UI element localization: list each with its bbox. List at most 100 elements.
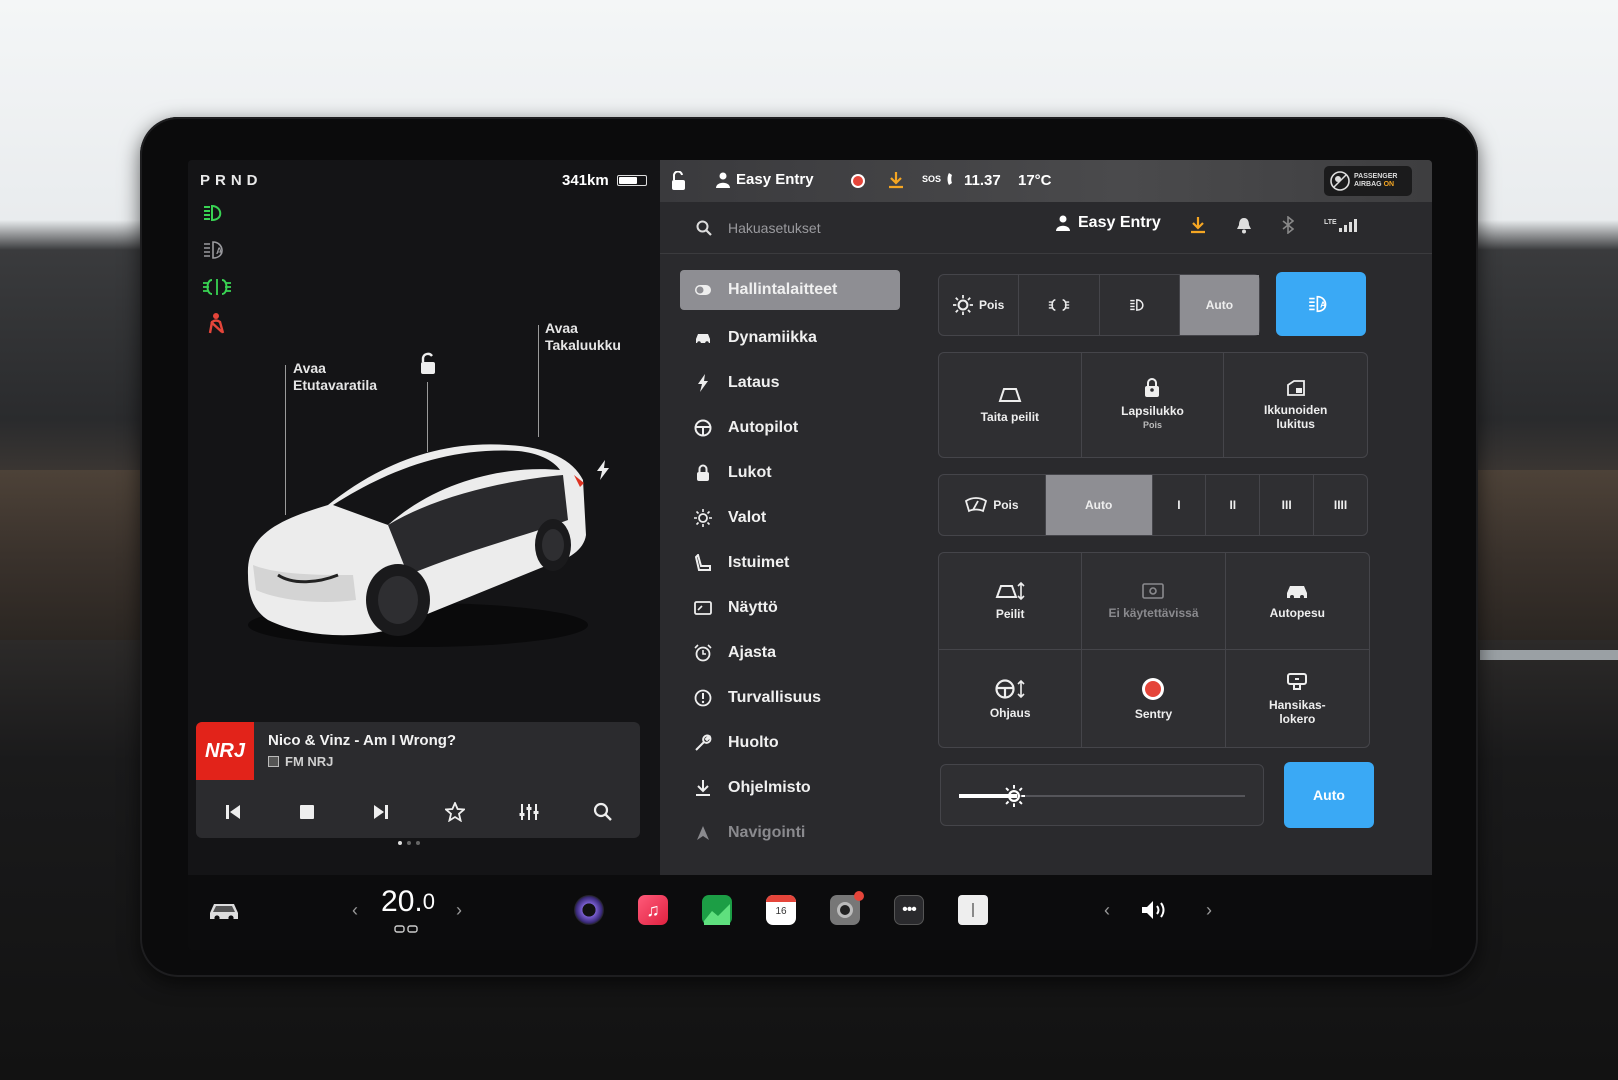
nav-label: Istuimet	[728, 553, 790, 571]
calendar-day: 16	[775, 906, 787, 917]
lights-off-button[interactable]: Pois	[939, 275, 1020, 335]
station-label: FM NRJ	[285, 754, 334, 769]
nav-item-locks[interactable]: Lukot	[680, 450, 900, 495]
nav-item-service[interactable]: Huolto	[680, 720, 900, 765]
nav-item-display[interactable]: Näyttö	[680, 585, 900, 630]
temp-decimal: 0	[422, 889, 435, 914]
sentry-status-icon[interactable]	[850, 173, 866, 189]
nav-label: Ohjelmisto	[728, 778, 811, 796]
wiper-speed-4-button[interactable]: IIII	[1314, 475, 1367, 535]
wiper-speed-selector: Pois Auto I II III IIII	[938, 474, 1368, 536]
search-icon	[696, 220, 712, 236]
steering-adjust-button[interactable]: Ohjaus	[939, 650, 1083, 747]
temp-increase-icon[interactable]: ›	[452, 893, 466, 927]
nav-item-seats[interactable]: Istuimet	[680, 540, 900, 585]
driver-profile[interactable]: Easy Entry	[716, 171, 814, 188]
steering-label: Ohjaus	[989, 705, 1031, 720]
auto-high-beam-button[interactable]: A	[1276, 272, 1366, 336]
volume-icon[interactable]	[1138, 893, 1174, 927]
child-lock-label: Lapsilukko	[1121, 404, 1184, 418]
more-apps-icon[interactable]: •••	[894, 893, 924, 927]
child-lock-icon	[1145, 378, 1160, 397]
nav-item-autopilot[interactable]: Autopilot	[680, 405, 900, 450]
settings-nav: Hallintalaitteet Dynamiikka Lataus Autop…	[680, 270, 900, 855]
nav-item-software[interactable]: Ohjelmisto	[680, 765, 900, 810]
seat-heater-icon[interactable]	[394, 925, 418, 935]
cabin-temperature[interactable]: 20. 0	[376, 885, 440, 919]
glovebox-line2: lokero	[1279, 711, 1316, 726]
lights-auto-button[interactable]: Auto	[1179, 275, 1259, 335]
profile-button[interactable]: Easy Entry	[1056, 214, 1161, 232]
bolt-icon	[694, 373, 712, 392]
notification-bell-icon[interactable]	[1236, 216, 1252, 234]
mirrors-adjust-button[interactable]: Peilit	[939, 553, 1083, 650]
search-icon[interactable]	[588, 797, 618, 827]
bluetooth-icon[interactable]	[1282, 216, 1294, 234]
volume-decrease-icon[interactable]: ‹	[1100, 893, 1114, 927]
window-lock-button[interactable]: Ikkunoiden lukitus	[1224, 353, 1367, 457]
temp-decrease-icon[interactable]: ‹	[348, 893, 362, 927]
clock: 11.37	[964, 172, 1001, 189]
stop-icon[interactable]	[292, 797, 322, 827]
gear-indicator: PRND	[200, 172, 263, 189]
car-wash-icon	[1287, 586, 1308, 599]
glovebox-button[interactable]: Hansikas-lokero	[1226, 650, 1369, 747]
unlock-icon[interactable]	[416, 352, 438, 376]
energy-app-icon[interactable]	[702, 893, 732, 927]
open-trunk-button[interactable]: Avaa Takaluukku	[545, 320, 621, 354]
volume-increase-icon[interactable]: ›	[1202, 893, 1216, 927]
sun-icon	[694, 508, 712, 527]
touchscreen: PRND 341km A Avaa Etutavaratila Avaa Tak…	[188, 160, 1432, 950]
fold-mirrors-button[interactable]: Taita peilit	[939, 353, 1082, 457]
wipers-auto-button[interactable]: Auto	[1045, 475, 1153, 535]
vent-strip	[1480, 650, 1618, 660]
nav-label: Autopilot	[728, 418, 799, 436]
album-art[interactable]: NRJ	[196, 722, 254, 780]
wiper-speed-1-button[interactable]: I	[1153, 475, 1207, 535]
favorite-star-icon[interactable]	[440, 797, 470, 827]
settings-search-input[interactable]: Hakuasetukset	[728, 220, 821, 236]
car-wash-button[interactable]: Autopesu	[1225, 553, 1369, 650]
dashcam-app-icon[interactable]	[830, 891, 864, 927]
sos-button[interactable]: SOS	[922, 172, 957, 186]
child-lock-button[interactable]: Lapsilukko Pois	[1082, 353, 1225, 457]
equalizer-icon[interactable]	[514, 797, 544, 827]
nav-item-lights[interactable]: Valot	[680, 495, 900, 540]
download-update-icon[interactable]	[888, 171, 904, 189]
nav-label: Ajasta	[728, 643, 777, 661]
nav-item-safety[interactable]: Turvallisuus	[680, 675, 900, 720]
previous-track-icon[interactable]	[218, 797, 248, 827]
car-dock-icon[interactable]	[206, 893, 242, 927]
parking-lights-button[interactable]	[1019, 275, 1100, 335]
wiper-speed-2-button[interactable]: II	[1206, 475, 1261, 535]
steering-wheel-icon	[694, 419, 712, 437]
wiper-speed-4-label: IIII	[1333, 498, 1348, 512]
unlocked-icon[interactable]	[670, 171, 688, 191]
download-icon[interactable]	[1190, 216, 1206, 234]
next-track-icon[interactable]	[366, 797, 396, 827]
nav-item-charging[interactable]: Lataus	[680, 360, 900, 405]
nav-item-schedule[interactable]: Ajasta	[680, 630, 900, 675]
wiper-speed-3-button[interactable]: III	[1260, 475, 1315, 535]
wipers-off-button[interactable]: Pois	[939, 475, 1046, 535]
headlight-icon	[1130, 299, 1144, 311]
brightness-sun-icon[interactable]	[1003, 785, 1025, 807]
range-indicator: 341km	[562, 172, 647, 189]
brightness-auto-button[interactable]: Auto	[1284, 762, 1374, 828]
charge-port-icon[interactable]	[596, 460, 610, 480]
nav-item-navigation[interactable]: Navigointi	[680, 810, 900, 855]
manual-app-icon[interactable]	[958, 893, 988, 927]
sentry-icon	[1142, 677, 1165, 700]
calendar-app-icon[interactable]: 16	[766, 893, 796, 927]
headlights-on-button[interactable]	[1100, 275, 1180, 335]
nav-item-dynamics[interactable]: Dynamiikka	[680, 315, 900, 360]
wrench-icon	[694, 734, 712, 752]
brightness-slider[interactable]	[940, 764, 1264, 826]
nav-item-controls[interactable]: Hallintalaitteet	[680, 270, 900, 310]
camera-app-icon[interactable]	[574, 893, 604, 927]
alarm-clock-icon	[694, 643, 712, 662]
music-app-icon[interactable]: ♫	[638, 893, 668, 927]
wipers-off-label: Pois	[993, 498, 1019, 512]
open-front-trunk-button[interactable]: Avaa Etutavaratila	[293, 360, 377, 394]
sentry-mode-button[interactable]: Sentry	[1082, 650, 1226, 747]
